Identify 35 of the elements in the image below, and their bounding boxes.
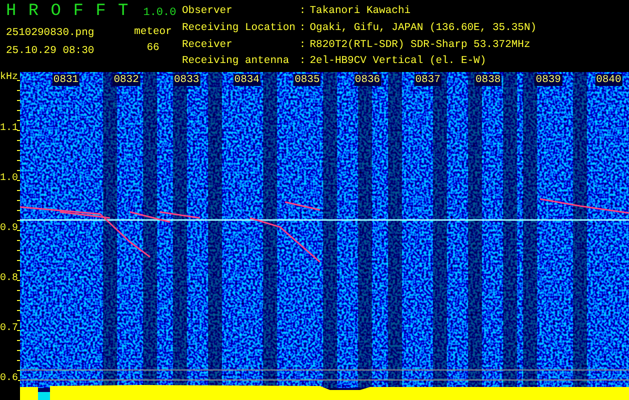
time-label: 0839 bbox=[534, 74, 562, 86]
info-label: Observer bbox=[182, 5, 234, 19]
time-label: 0833 bbox=[172, 74, 200, 86]
time-label: 0837 bbox=[414, 74, 442, 86]
version-label: 1.0.0 bbox=[143, 7, 176, 19]
date-time: 25.10.29 08:30 bbox=[6, 45, 96, 57]
y-axis-label: 0.6 bbox=[0, 373, 18, 384]
count-label: meteor bbox=[134, 26, 172, 38]
time-label: 0831 bbox=[52, 74, 80, 86]
info-separator: : bbox=[299, 55, 306, 70]
info-separator: : bbox=[299, 22, 306, 36]
info-value: Takanori Kawachi bbox=[310, 5, 412, 19]
info-value: R820T2(RTL-SDR) SDR-Sharp 53.372MHz bbox=[310, 38, 532, 52]
time-label: 0838 bbox=[474, 74, 502, 86]
time-label: 0836 bbox=[354, 74, 382, 86]
time-label: 0835 bbox=[294, 74, 321, 86]
info-value: 2el-HB9CV Vertical (el. E-W) bbox=[310, 55, 488, 70]
y-axis-label: 0.8 bbox=[0, 273, 18, 284]
app-title: H R O F F T bbox=[6, 2, 130, 21]
y-axis-label: 0.7 bbox=[0, 323, 18, 334]
time-label: 0832 bbox=[112, 74, 140, 86]
file-name: 2510290830.png bbox=[6, 27, 96, 39]
y-axis-label: 1.0 bbox=[0, 173, 18, 184]
count-value: 66 bbox=[146, 42, 160, 54]
info-label: Receiver bbox=[182, 38, 234, 52]
info-label: Receiving antenna bbox=[182, 55, 290, 70]
y-axis-label: 1.1 bbox=[0, 123, 18, 134]
info-separator: : bbox=[299, 38, 306, 52]
time-label: 0834 bbox=[233, 74, 260, 86]
info-value: Ogaki, Gifu, JAPAN (136.60E, 35.35N) bbox=[310, 22, 538, 36]
info-separator: : bbox=[299, 5, 306, 19]
y-axis-label: 0.9 bbox=[0, 223, 18, 234]
time-label: 0840 bbox=[595, 74, 622, 86]
info-label: Receiving Location bbox=[182, 22, 296, 36]
axis-unit-label: kHz bbox=[0, 72, 18, 83]
